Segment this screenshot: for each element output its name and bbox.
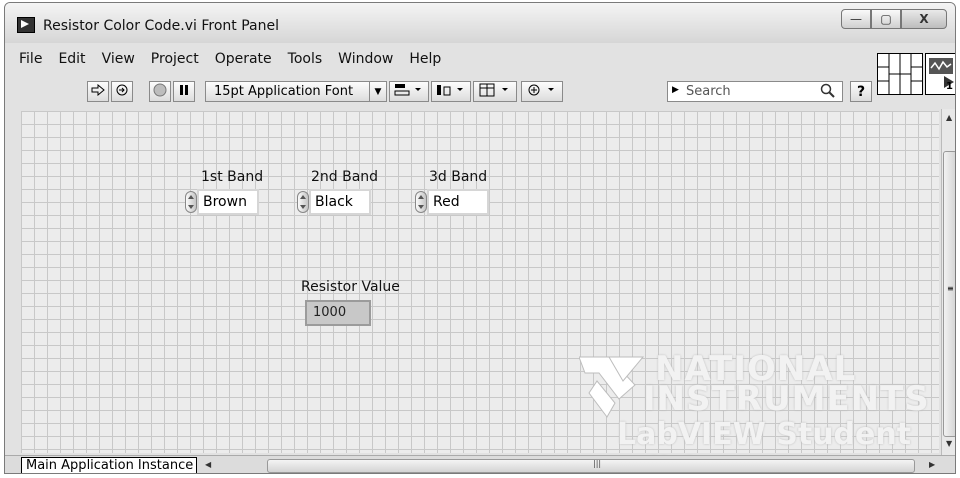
- horizontal-scrollbar[interactable]: ◀ ||| ▶: [201, 458, 941, 473]
- menu-bar: File Edit View Project Operate Tools Win…: [15, 51, 449, 71]
- band2-ring-control[interactable]: Black: [297, 189, 371, 215]
- run-continuously-button[interactable]: [111, 81, 133, 102]
- band1-label: 1st Band: [201, 169, 264, 185]
- band1-value[interactable]: Brown: [197, 189, 259, 215]
- status-bar: Main Application Instance ◀ ||| ▶: [5, 455, 955, 473]
- menu-window[interactable]: Window: [330, 51, 401, 71]
- font-selector[interactable]: 15pt Application Font ▼: [205, 81, 387, 102]
- search-placeholder: Search: [686, 84, 731, 99]
- horizontal-scroll-thumb[interactable]: [267, 459, 915, 473]
- band3-increment-icon[interactable]: [415, 191, 427, 213]
- band1-ring-control[interactable]: Brown: [185, 189, 259, 215]
- vertical-scrollbar[interactable]: ▲ ≡ ▼: [941, 109, 955, 455]
- band3-label: 3d Band: [429, 169, 488, 185]
- resize-objects-button[interactable]: [473, 81, 517, 102]
- horizontal-grip-icon: |||: [593, 459, 602, 468]
- band3-value[interactable]: Red: [427, 189, 489, 215]
- maximize-icon: ▢: [880, 12, 892, 26]
- context-help-button[interactable]: ?: [850, 81, 872, 102]
- scroll-left-icon[interactable]: ◀: [205, 460, 211, 469]
- search-caret-icon: ▶: [672, 85, 679, 95]
- ni-instruments-text: INSTRUMENTS: [643, 379, 930, 419]
- menu-operate[interactable]: Operate: [207, 51, 280, 71]
- band2-label: 2nd Band: [311, 169, 379, 185]
- search-icon[interactable]: [820, 83, 836, 103]
- abort-button[interactable]: [149, 81, 171, 102]
- menu-file[interactable]: File: [15, 51, 50, 71]
- band1-increment-icon[interactable]: [185, 191, 197, 213]
- grip-icon: ≡: [947, 284, 954, 293]
- pause-button[interactable]: [173, 81, 195, 102]
- reorder-icon: [527, 83, 557, 100]
- font-selector-label: 15pt Application Font: [214, 84, 354, 99]
- menu-edit[interactable]: Edit: [50, 51, 93, 71]
- resistor-value-label: Resistor Value: [301, 279, 400, 295]
- run-arrow-icon: [91, 83, 105, 99]
- ni-eagle-logo-icon: [578, 351, 649, 425]
- reorder-button[interactable]: [521, 81, 563, 102]
- scroll-right-icon[interactable]: ▶: [929, 460, 935, 469]
- ni-watermark: NATIONAL INSTRUMENTS LabVIEW Student Edi…: [578, 349, 949, 473]
- scroll-down-icon[interactable]: ▼: [946, 439, 952, 448]
- window-title: Resistor Color Code.vi Front Panel: [43, 18, 279, 34]
- distribute-objects-button[interactable]: [431, 81, 471, 102]
- window-controls: — ▢ X: [841, 9, 947, 31]
- align-objects-button[interactable]: [389, 81, 429, 102]
- pause-icon: [178, 84, 190, 99]
- chevron-down-icon: ▼: [369, 82, 386, 101]
- distribute-objects-icon: [436, 83, 466, 100]
- search-input[interactable]: ▶ Search: [667, 81, 843, 102]
- menu-view[interactable]: View: [94, 51, 143, 71]
- front-panel-window: Resistor Color Code.vi Front Panel — ▢ X…: [4, 2, 956, 474]
- stop-circle-icon: [153, 83, 167, 100]
- minimize-button[interactable]: —: [841, 9, 871, 29]
- title-bar[interactable]: Resistor Color Code.vi Front Panel — ▢ X: [5, 3, 955, 43]
- help-question-icon: ?: [856, 83, 866, 100]
- band2-value[interactable]: Black: [309, 189, 371, 215]
- menu-project[interactable]: Project: [143, 51, 207, 71]
- run-continuously-icon: [115, 83, 129, 100]
- close-button[interactable]: X: [901, 9, 947, 29]
- close-icon: X: [919, 12, 929, 26]
- resistor-value-indicator: 1000: [305, 300, 371, 326]
- scroll-up-icon[interactable]: ▲: [946, 113, 952, 122]
- maximize-button[interactable]: ▢: [871, 9, 901, 29]
- application-instance: Main Application Instance: [21, 457, 197, 473]
- resize-objects-icon: [479, 83, 511, 100]
- band2-increment-icon[interactable]: [297, 191, 309, 213]
- run-button[interactable]: [87, 81, 109, 102]
- menu-tools[interactable]: Tools: [280, 51, 331, 71]
- menu-help[interactable]: Help: [401, 51, 449, 71]
- toolbar: 15pt Application Font ▼ ▶ Search ?: [5, 75, 955, 109]
- band3-ring-control[interactable]: Red: [415, 189, 489, 215]
- align-objects-icon: [394, 83, 424, 100]
- labview-vi-icon: [17, 17, 35, 33]
- vertical-scroll-thumb[interactable]: ≡: [943, 151, 955, 437]
- minimize-icon: —: [850, 12, 862, 26]
